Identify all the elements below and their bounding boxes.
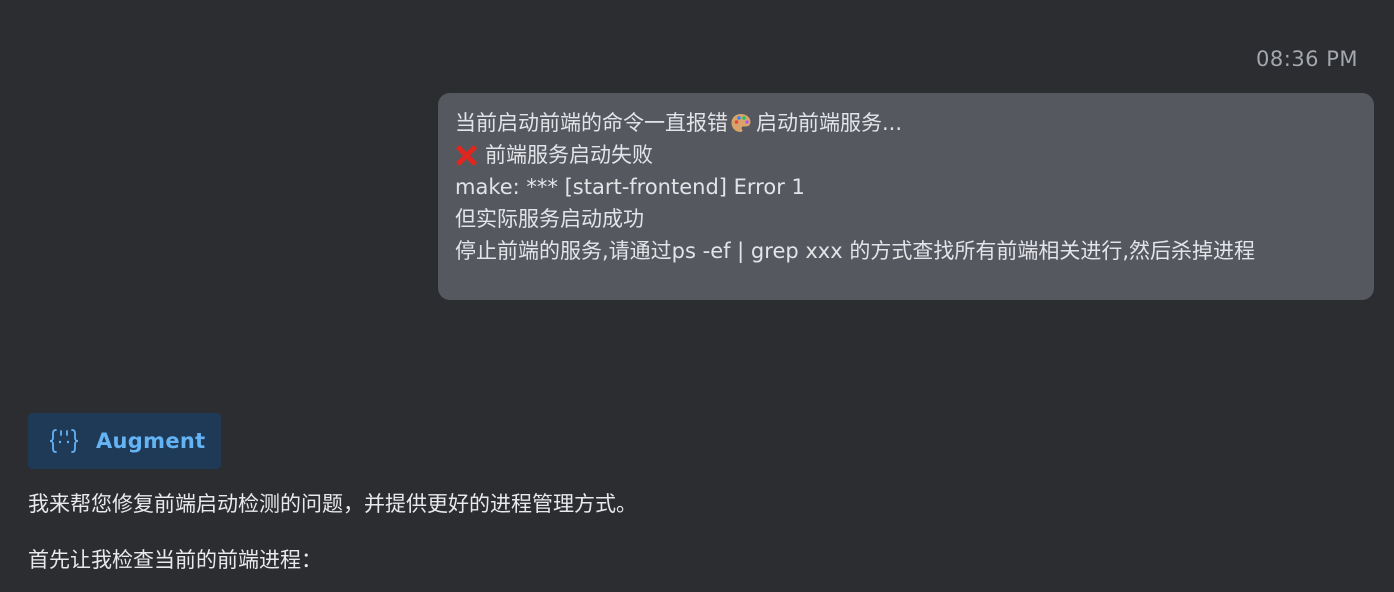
user-message-text: 前端服务启动失败: [485, 143, 653, 167]
user-message-line: make: *** [start-frontend] Error 1: [455, 175, 805, 199]
user-message-text: 启动前端服务...: [756, 111, 903, 135]
user-message-line: 但实际服务启动成功: [455, 207, 644, 231]
assistant-message-paragraph: 首先让我检查当前的前端进程：: [28, 548, 322, 572]
user-message-line: 停止前端的服务,请通过ps -ef | grep xxx 的方式查找所有前端相关…: [455, 239, 1255, 263]
user-message-bubble[interactable]: 当前启动前端的命令一直报错 启动前端服务... 前端服务启动失败 make: *…: [438, 93, 1374, 300]
chat-panel: 08:36 PM 当前启动前端的命令一直报错 启动前端服务... 前端服务启动失…: [0, 0, 1394, 592]
assistant-message-paragraph: 我来帮您修复前端启动检测的问题，并提供更好的进程管理方式。: [28, 492, 637, 516]
user-message-line: 前端服务启动失败: [455, 139, 1358, 171]
cross-mark-icon: [455, 144, 477, 166]
palette-icon: [731, 114, 751, 132]
augment-icon: [49, 429, 79, 453]
user-message-text: 当前启动前端的命令一直报错: [455, 111, 728, 135]
message-timestamp: 08:36 PM: [1256, 47, 1358, 71]
agent-name: Augment: [96, 429, 206, 453]
user-message-line: 当前启动前端的命令一直报错 启动前端服务...: [455, 107, 1358, 139]
agent-badge: Augment: [28, 413, 221, 469]
